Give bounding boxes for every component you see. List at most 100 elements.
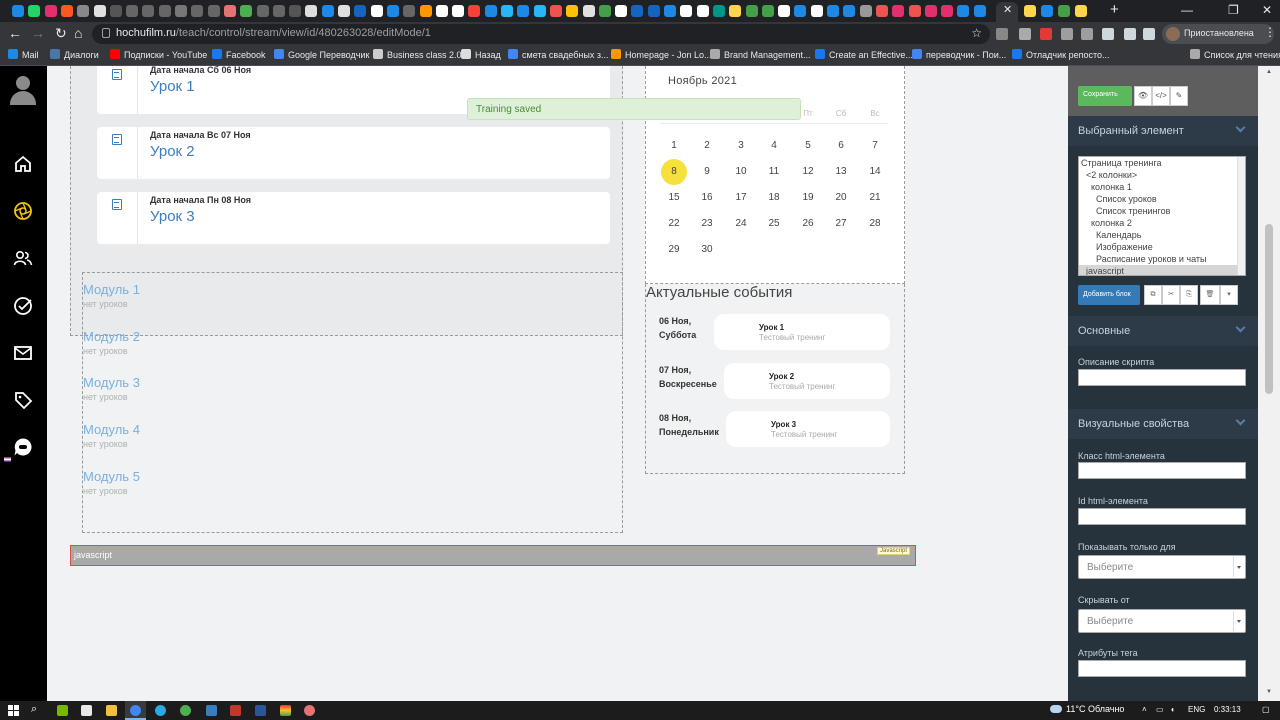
volume-icon[interactable]: ◖ [1170,705,1175,714]
event-card[interactable]: Урок 3 Тестовый тренинг [726,411,890,447]
calendar-day[interactable]: 23 [694,211,720,237]
tree-item[interactable]: Страница тренинга [1079,157,1245,169]
tab-favicon[interactable] [729,5,742,17]
scrollbar-thumb[interactable] [1265,224,1273,394]
calendar-day[interactable]: 30 [694,237,720,263]
calendar-day[interactable]: 17 [728,185,754,211]
scroll-down-icon[interactable]: ▼ [1266,689,1272,695]
paste-icon[interactable]: ⎘ [1180,285,1198,305]
copy-icon[interactable]: ⧉ [1144,285,1162,305]
scroll-up-icon[interactable]: ▲ [1266,69,1272,75]
tab-favicon[interactable] [533,5,546,17]
tab-favicon[interactable] [892,5,905,17]
tree-item[interactable]: Список уроков [1079,193,1245,205]
tab-favicon[interactable] [191,5,204,17]
tab-favicon[interactable] [549,5,562,17]
tab-favicon[interactable] [126,5,139,17]
show-only-select[interactable]: Выберите [1078,555,1246,579]
tab-favicon[interactable] [745,5,758,17]
tab-favicon[interactable] [158,5,171,17]
bookmark-item[interactable]: Диалоги [50,49,99,60]
tab-favicon[interactable] [403,5,416,17]
tab-favicon[interactable] [696,5,709,17]
tab-favicon[interactable] [924,5,937,17]
tab-favicon[interactable] [761,5,774,17]
extension-icon[interactable] [1124,28,1136,40]
extension-icon[interactable] [1040,28,1052,40]
app-icon[interactable] [230,705,241,716]
bookmark-item[interactable]: Brand Management... [710,49,811,60]
event-card[interactable]: Урок 2 Тестовый тренинг [724,362,890,399]
tab-favicon[interactable] [859,5,872,17]
basic-section-header[interactable]: Основные [1068,316,1258,346]
bookmark-item[interactable]: Homepage - Jon Lo... [611,49,712,60]
app-icon[interactable] [280,705,291,716]
tab-favicon[interactable] [501,5,513,17]
tab-favicon[interactable] [142,5,155,17]
clock[interactable]: 0:33:13 [1214,705,1241,714]
app-icon[interactable] [206,705,217,716]
tab-favicon[interactable] [484,5,497,17]
app-icon[interactable] [304,705,315,716]
tray-chevron-icon[interactable]: ˄ [1142,705,1147,714]
tab-favicon[interactable] [175,5,187,17]
module-item[interactable]: Модуль 3 нет уроков [83,375,140,402]
weather-widget[interactable]: 11°C Облачно [1050,704,1124,714]
mail-icon[interactable] [13,343,33,363]
search-icon[interactable]: ⌕ [31,703,37,716]
aperture-icon[interactable] [13,201,33,221]
tab-favicon[interactable] [957,5,970,17]
lesson-title[interactable]: Урок 1 [150,78,195,95]
close-tab-icon[interactable]: ✕ [1003,3,1012,16]
forward-icon[interactable]: → [31,25,45,41]
tab-favicon[interactable] [566,5,579,17]
bookmark-item[interactable]: Facebook [212,49,266,60]
tab-favicon[interactable] [517,5,530,17]
module-title[interactable]: Модуль 3 [83,375,140,390]
bookmark-item[interactable]: Список для чтения [1190,49,1280,60]
tag-icon[interactable] [13,390,33,410]
home-icon[interactable] [13,154,33,174]
tab-favicon[interactable] [778,5,791,17]
bookmark-item[interactable]: Create an Effective... [815,49,913,60]
tab-favicon[interactable] [256,5,269,17]
more-menu-icon[interactable]: ⋮ [1264,25,1276,39]
calendar-day[interactable]: 18 [761,185,787,211]
tab-favicon[interactable] [794,5,807,17]
tab-favicon[interactable] [843,5,856,17]
lesson-card[interactable]: Дата начала Вс 07 Ноя Урок 2 [97,127,610,179]
word-icon[interactable] [255,705,266,716]
eye-icon[interactable]: 👁 [1134,86,1152,106]
tab-favicon[interactable] [1024,5,1036,17]
module-title[interactable]: Модуль 5 [83,469,140,484]
module-title[interactable]: Модуль 4 [83,422,140,437]
lesson-title[interactable]: Урок 2 [150,143,195,160]
tab-favicon[interactable] [93,5,106,17]
extension-icon[interactable] [1081,28,1093,40]
tab-favicon[interactable] [647,5,660,17]
extensions-puzzle-icon[interactable] [1143,28,1155,40]
calendar-day[interactable]: 15 [661,185,687,211]
module-item[interactable]: Модуль 5 нет уроков [83,469,140,496]
tree-item-selected[interactable]: javascript [1079,265,1245,275]
cut-icon[interactable]: ✂ [1162,285,1180,305]
tab-favicon[interactable] [370,5,383,17]
file-explorer-icon[interactable] [106,705,117,716]
check-circle-icon[interactable] [13,296,33,316]
calendar-day[interactable]: 4 [761,133,787,159]
extension-icon[interactable] [1102,28,1114,40]
reload-icon[interactable]: ↻ [55,25,67,42]
html-class-input[interactable] [1078,462,1246,479]
tab-favicon[interactable] [44,5,57,17]
lesson-title[interactable]: Урок 3 [150,208,195,225]
address-bar[interactable]: hochufilm.ru/teach/control/stream/view/i… [92,24,990,44]
tab-favicon[interactable] [338,5,350,17]
page-scrollbar[interactable]: ▲ ▼ [1258,66,1280,701]
chat-icon[interactable] [13,437,33,457]
tab-favicon[interactable] [109,5,122,17]
calendar-day[interactable]: 26 [795,211,821,237]
lesson-card[interactable]: Дата начала Пн 08 Ноя Урок 3 [97,192,610,244]
hide-from-select[interactable]: Выберите [1078,609,1246,633]
calendar-day[interactable]: 12 [795,159,821,185]
tab-favicon[interactable] [1058,5,1070,17]
